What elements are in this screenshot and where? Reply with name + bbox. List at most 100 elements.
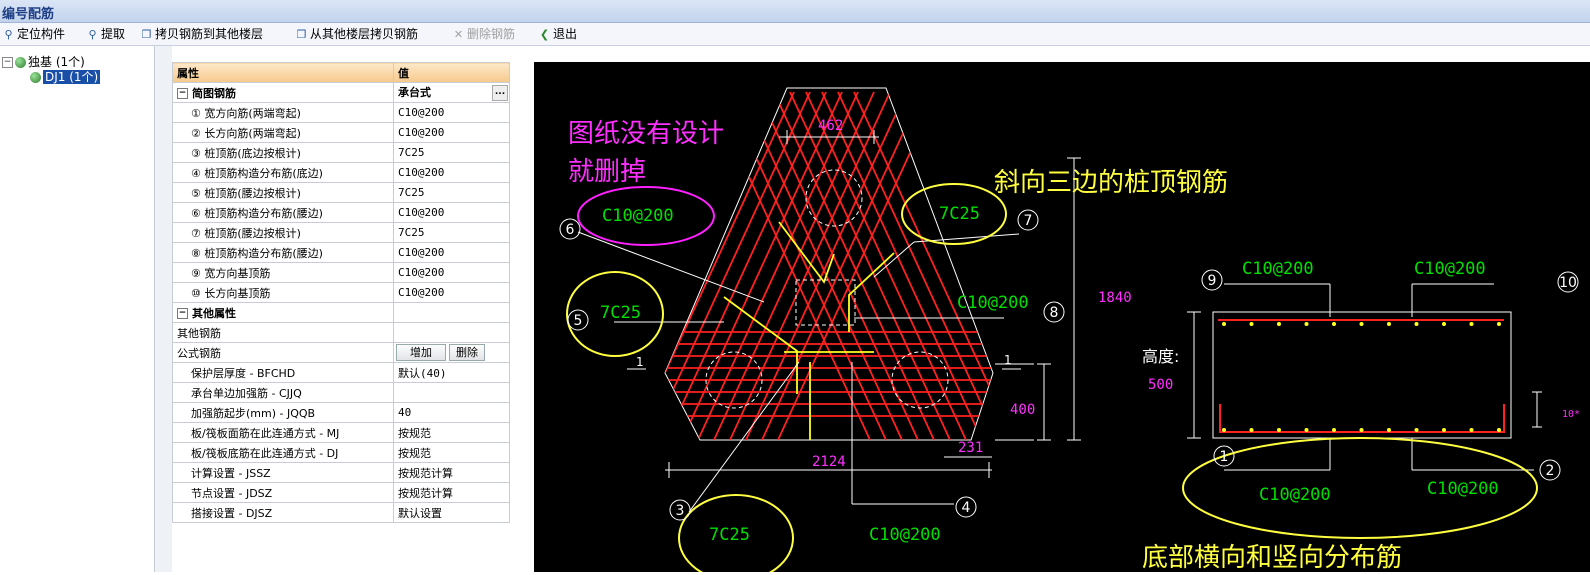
tree-node-dj1[interactable]: DJ1 (1个) [30,70,101,84]
property-name: ⑧ 桩顶筋构造分布筋(腰边) [172,242,394,263]
extract-button[interactable]: ⚲ 提取 [86,26,125,42]
rebar-dot [1442,428,1446,432]
property-row[interactable]: ④ 桩顶筋构造分布筋(底边) C10@200 [172,162,511,183]
rebar-line [789,91,951,440]
locate-button[interactable]: ⚲ 定位构件 [2,26,65,42]
delete-icon: ✕ [453,28,464,41]
copy-from-icon: ❐ [296,28,307,41]
rebar-dot [1497,428,1501,432]
delete-rebar-button[interactable]: ✕ 删除钢筋 [452,26,515,42]
property-value[interactable]: C10@200 [392,262,511,283]
property-row[interactable]: ⑤ 桩顶筋(腰边按根计) 7C25 [172,182,511,203]
ellipsis-button[interactable]: ... [492,85,508,101]
rebar-dot [1414,322,1419,326]
title-bar: 编号配筋 [0,0,1590,23]
sketch-type-cell[interactable]: 承台式... [392,82,511,103]
property-value[interactable]: C10@200 [392,202,511,223]
property-name: ① 宽方向筋(两端弯起) [172,102,394,123]
callout-number: 1 [1220,449,1229,465]
property-value[interactable]: 默认设置 [392,502,511,523]
property-value[interactable]: 按规范计算 [392,462,511,483]
rebar-dot [1304,428,1309,432]
section-mark-right: 1 [1004,353,1012,367]
property-row[interactable]: ② 长方向筋(两端弯起) C10@200 [172,122,511,143]
add-button[interactable]: 增加 [395,344,446,361]
property-row[interactable]: 承台单边加强筋 - CJJQ [172,382,511,403]
annotation-delete-line1: 图纸没有设计 [568,119,724,149]
group-label: 简图钢筋 [192,86,236,100]
property-value[interactable]: C10@200 [392,282,511,303]
property-value[interactable]: 7C25 [392,182,511,203]
other-rebar-name: 其他钢筋 [172,322,394,343]
group-sketch-rebar[interactable]: − 简图钢筋 [172,82,394,103]
property-row[interactable]: ③ 桩顶筋(底边按根计) 7C25 [172,142,511,163]
other-rebar-value[interactable] [392,322,511,343]
property-value[interactable]: 按规范计算 [392,482,511,503]
callout-n2: 2 [1539,459,1561,481]
rebar-dot [1387,428,1391,432]
property-row[interactable]: ① 宽方向筋(两端弯起) C10@200 [172,102,511,123]
property-value[interactable]: 默认(40) [392,362,511,383]
property-row[interactable]: ⑧ 桩顶筋构造分布筋(腰边) C10@200 [172,242,511,263]
dim-section-height: 500 [1148,377,1173,393]
property-value[interactable]: 7C25 [392,142,511,163]
annotation-pile-top: 斜向三边的桩顶钢筋 [994,168,1228,198]
exit-button[interactable]: ❮ 退出 [538,26,577,42]
property-value[interactable]: C10@200 [392,162,511,183]
callout-n9: 9 [1201,269,1223,291]
delete-button[interactable]: 删除 [448,344,485,361]
label-7: 7C25 [939,204,980,224]
copy-icon: ❐ [141,28,152,41]
tree-child-label: DJ1 (1个) [43,70,101,84]
property-value[interactable]: 按规范 [392,422,511,443]
property-name: ⑩ 长方向基顶筋 [172,282,394,303]
property-value[interactable]: 40 [392,402,511,423]
rebar-dot [1249,322,1254,326]
property-row[interactable]: 保护层厚度 - BFCHD 默认(40) [172,362,511,383]
collapse-icon[interactable]: − [177,308,188,319]
property-row[interactable]: 板/筏板面筋在此连通方式 - MJ 按规范 [172,422,511,443]
rebar-line [713,91,875,440]
rebar-dot [1469,322,1474,326]
property-value[interactable]: 7C25 [392,222,511,243]
collapse-icon[interactable]: − [2,57,13,68]
group-other-props[interactable]: − 其他属性 [172,302,394,323]
property-row[interactable]: 节点设置 - JDSZ 按规范计算 [172,482,511,503]
property-row[interactable]: 计算设置 - JSSZ 按规范计算 [172,462,511,483]
label-5: 7C25 [600,303,641,323]
rebar-line [773,91,935,440]
collapse-icon[interactable]: − [177,88,188,99]
property-name: ⑥ 桩顶筋构造分布筋(腰边) [172,202,394,223]
property-value[interactable]: C10@200 [392,122,511,143]
dim-depth: 400 [1010,402,1035,418]
rebar-line [757,91,919,440]
callout-number: 10 [1559,275,1577,291]
property-row[interactable]: 加强筋起步(mm) - JQQB 40 [172,402,511,423]
rebar-dot [1332,428,1336,432]
rebar-drawing: C10@200 7C25 7C25 C10@200 7C25 C10@200 C… [559,87,1580,575]
annotation-delete-line2: 就删掉 [568,157,646,187]
property-row[interactable]: 板/筏板底筋在此连通方式 - DJ 按规范 [172,442,511,463]
header-name: 属性 [172,62,394,83]
property-value[interactable]: C10@200 [392,102,511,123]
callout-n6: 6 [559,218,581,240]
property-row[interactable]: ⑩ 长方向基顶筋 C10@200 [172,282,511,303]
property-row[interactable]: ⑨ 宽方向基顶筋 C10@200 [172,262,511,283]
copy-from-label: 从其他楼层拷贝钢筋 [310,27,419,41]
copy-to-floor-button[interactable]: ❐ 拷贝钢筋到其他楼层 [140,26,263,42]
label-9: C10@200 [1242,259,1314,279]
locate-label: 定位构件 [17,27,66,41]
property-value[interactable]: 按规范 [392,442,511,463]
tree-node-root[interactable]: − 独基 (1个) [2,55,85,69]
property-row[interactable]: ⑦ 桩顶筋(腰边按根计) 7C25 [172,222,511,243]
copy-to-label: 拷贝钢筋到其他楼层 [155,27,264,41]
copy-from-floor-button[interactable]: ❐ 从其他楼层拷贝钢筋 [295,26,418,42]
property-value[interactable] [392,382,511,403]
property-value[interactable]: C10@200 [392,242,511,263]
drawing-canvas[interactable]: C10@200 7C25 7C25 C10@200 7C25 C10@200 C… [534,62,1590,575]
splitter[interactable] [155,46,172,572]
callout-n8: 8 [1043,301,1065,323]
property-row[interactable]: 搭接设置 - DJSZ 默认设置 [172,502,511,523]
property-row[interactable]: ⑥ 桩顶筋构造分布筋(腰边) C10@200 [172,202,511,223]
rebar-dot [1442,322,1446,326]
